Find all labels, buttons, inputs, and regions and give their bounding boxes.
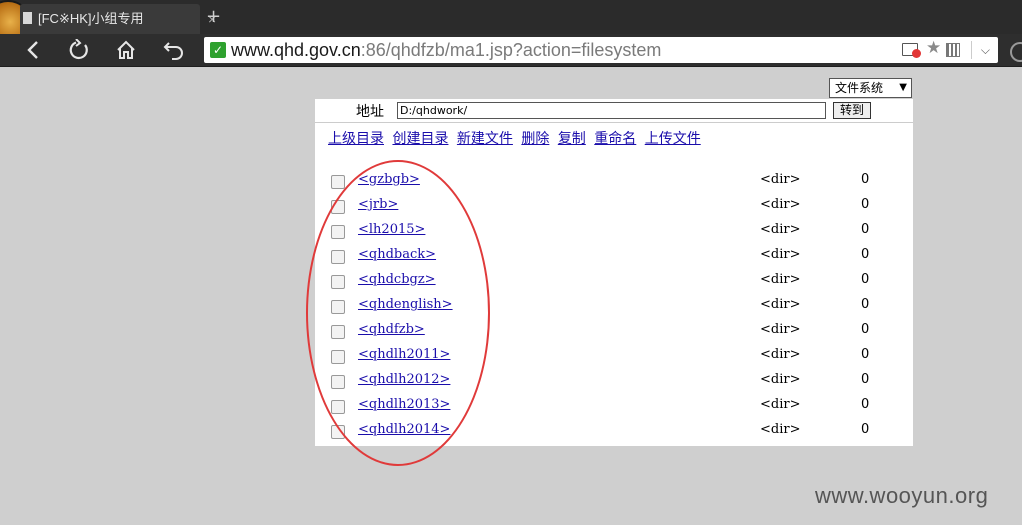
address-bar[interactable]: ✓ www.qhd.gov.cn:86/qhdfzb/ma1.jsp?actio… <box>204 37 998 63</box>
entry-type: <dir> <box>760 422 801 437</box>
entry-type: <dir> <box>760 222 801 237</box>
parent-dir-link[interactable]: 上级目录 <box>328 131 384 147</box>
dir-link[interactable]: <qhdlh2014> <box>358 422 450 437</box>
browser-tab[interactable]: [FC※HK]小组专用 × <box>20 4 216 34</box>
entry-type: <dir> <box>760 197 801 212</box>
list-item: <jrb> <dir> 0 <box>315 194 913 219</box>
select-checkbox[interactable] <box>331 350 345 364</box>
navigation-bar: ✓ www.qhd.gov.cn:86/qhdfzb/ma1.jsp?actio… <box>0 34 1022 67</box>
star-icon[interactable]: ★ <box>926 38 941 58</box>
select-checkbox[interactable] <box>331 325 345 339</box>
dir-link[interactable]: <qhdcbgz> <box>358 272 436 287</box>
select-checkbox[interactable] <box>331 425 345 439</box>
entry-size: 0 <box>861 322 870 337</box>
path-row: 地址 D:/qhdwork/ 转到 <box>315 99 913 123</box>
select-checkbox[interactable] <box>331 300 345 314</box>
tab-title: [FC※HK]小组专用 <box>38 11 144 26</box>
select-checkbox[interactable] <box>331 400 345 414</box>
address-icons: ★ <box>902 38 966 60</box>
address-label: 地址 <box>356 104 384 120</box>
document-icon <box>23 12 32 24</box>
entry-type: <dir> <box>760 397 801 412</box>
select-checkbox[interactable] <box>331 275 345 289</box>
entry-type: <dir> <box>760 372 801 387</box>
entry-type: <dir> <box>760 322 801 337</box>
entry-size: 0 <box>861 197 870 212</box>
list-item: <qhdlh2012> <dir> 0 <box>315 369 913 394</box>
select-checkbox[interactable] <box>331 375 345 389</box>
entry-size: 0 <box>861 222 870 237</box>
dir-link[interactable]: <gzbgb> <box>358 172 420 187</box>
list-item: <qhdcbgz> <dir> 0 <box>315 269 913 294</box>
select-checkbox[interactable] <box>331 250 345 264</box>
watermark: www.wooyun.org <box>815 483 989 508</box>
file-manager-panel: 地址 D:/qhdwork/ 转到 上级目录 创建目录 新建文件 删除 复制 重… <box>315 99 913 446</box>
chevron-down-icon[interactable]: ⌵ <box>981 39 990 61</box>
reload-icon[interactable] <box>64 34 94 66</box>
list-item: <qhdback> <dir> 0 <box>315 244 913 269</box>
dir-link[interactable]: <qhdlh2011> <box>358 347 450 362</box>
list-item: <qhdfzb> <dir> 0 <box>315 319 913 344</box>
entry-size: 0 <box>861 172 870 187</box>
upload-file-link[interactable]: 上传文件 <box>645 131 701 147</box>
create-dir-link[interactable]: 创建目录 <box>392 131 448 147</box>
dir-link[interactable]: <qhdfzb> <box>358 322 425 337</box>
list-item: <qhdlh2013> <dir> 0 <box>315 394 913 419</box>
path-input[interactable]: D:/qhdwork/ <box>397 102 826 119</box>
entry-size: 0 <box>861 422 870 437</box>
filesystem-select[interactable]: 文件系统 ▼ <box>829 78 912 98</box>
go-button[interactable]: 转到 <box>833 102 871 119</box>
select-checkbox[interactable] <box>331 225 345 239</box>
new-file-link[interactable]: 新建文件 <box>457 131 513 147</box>
url-text[interactable]: www.qhd.gov.cn:86/qhdfzb/ma1.jsp?action=… <box>231 37 661 63</box>
list-item: <qhdlh2014> <dir> 0 <box>315 419 913 444</box>
delete-link[interactable]: 删除 <box>521 131 549 147</box>
dir-link[interactable]: <qhdenglish> <box>358 297 453 312</box>
undo-icon[interactable] <box>159 34 189 66</box>
entry-type: <dir> <box>760 347 801 362</box>
list-item: <gzbgb> <dir> 0 <box>315 169 913 194</box>
entry-type: <dir> <box>760 247 801 262</box>
file-list: <gzbgb> <dir> 0 <jrb> <dir> 0 <lh2015> <dir> 0… <box>315 169 913 444</box>
copy-link[interactable]: 复制 <box>558 131 586 147</box>
list-item: <qhdlh2011> <dir> 0 <box>315 344 913 369</box>
secure-check-icon: ✓ <box>210 42 226 58</box>
list-item: <lh2015> <dir> 0 <box>315 219 913 244</box>
dir-link[interactable]: <qhdback> <box>358 247 436 262</box>
entry-size: 0 <box>861 372 870 387</box>
select-checkbox[interactable] <box>331 175 345 189</box>
action-links: 上级目录 创建目录 新建文件 删除 复制 重命名 上传文件 <box>328 128 705 148</box>
new-tab-button[interactable]: + <box>206 4 221 30</box>
rename-link[interactable]: 重命名 <box>594 131 636 147</box>
dir-link[interactable]: <qhdlh2013> <box>358 397 450 412</box>
entry-size: 0 <box>861 297 870 312</box>
dir-link[interactable]: <qhdlh2012> <box>358 372 450 387</box>
home-icon[interactable] <box>111 34 141 66</box>
dir-link[interactable]: <lh2015> <box>358 222 425 237</box>
select-checkbox[interactable] <box>331 200 345 214</box>
entry-size: 0 <box>861 247 870 262</box>
entry-type: <dir> <box>760 172 801 187</box>
tab-bar: [FC※HK]小组专用 × + <box>0 0 1022 46</box>
divider <box>971 41 972 59</box>
entry-type: <dir> <box>760 272 801 287</box>
select-value: 文件系统 <box>835 81 884 95</box>
qr-code-icon[interactable] <box>946 43 960 57</box>
dir-link[interactable]: <jrb> <box>358 197 398 212</box>
list-item: <qhdenglish> <dir> 0 <box>315 294 913 319</box>
dropdown-arrow-icon: ▼ <box>899 82 907 93</box>
back-icon[interactable] <box>18 34 48 66</box>
entry-size: 0 <box>861 397 870 412</box>
entry-type: <dir> <box>760 297 801 312</box>
entry-size: 0 <box>861 272 870 287</box>
entry-size: 0 <box>861 347 870 362</box>
block-badge-icon <box>912 49 921 58</box>
